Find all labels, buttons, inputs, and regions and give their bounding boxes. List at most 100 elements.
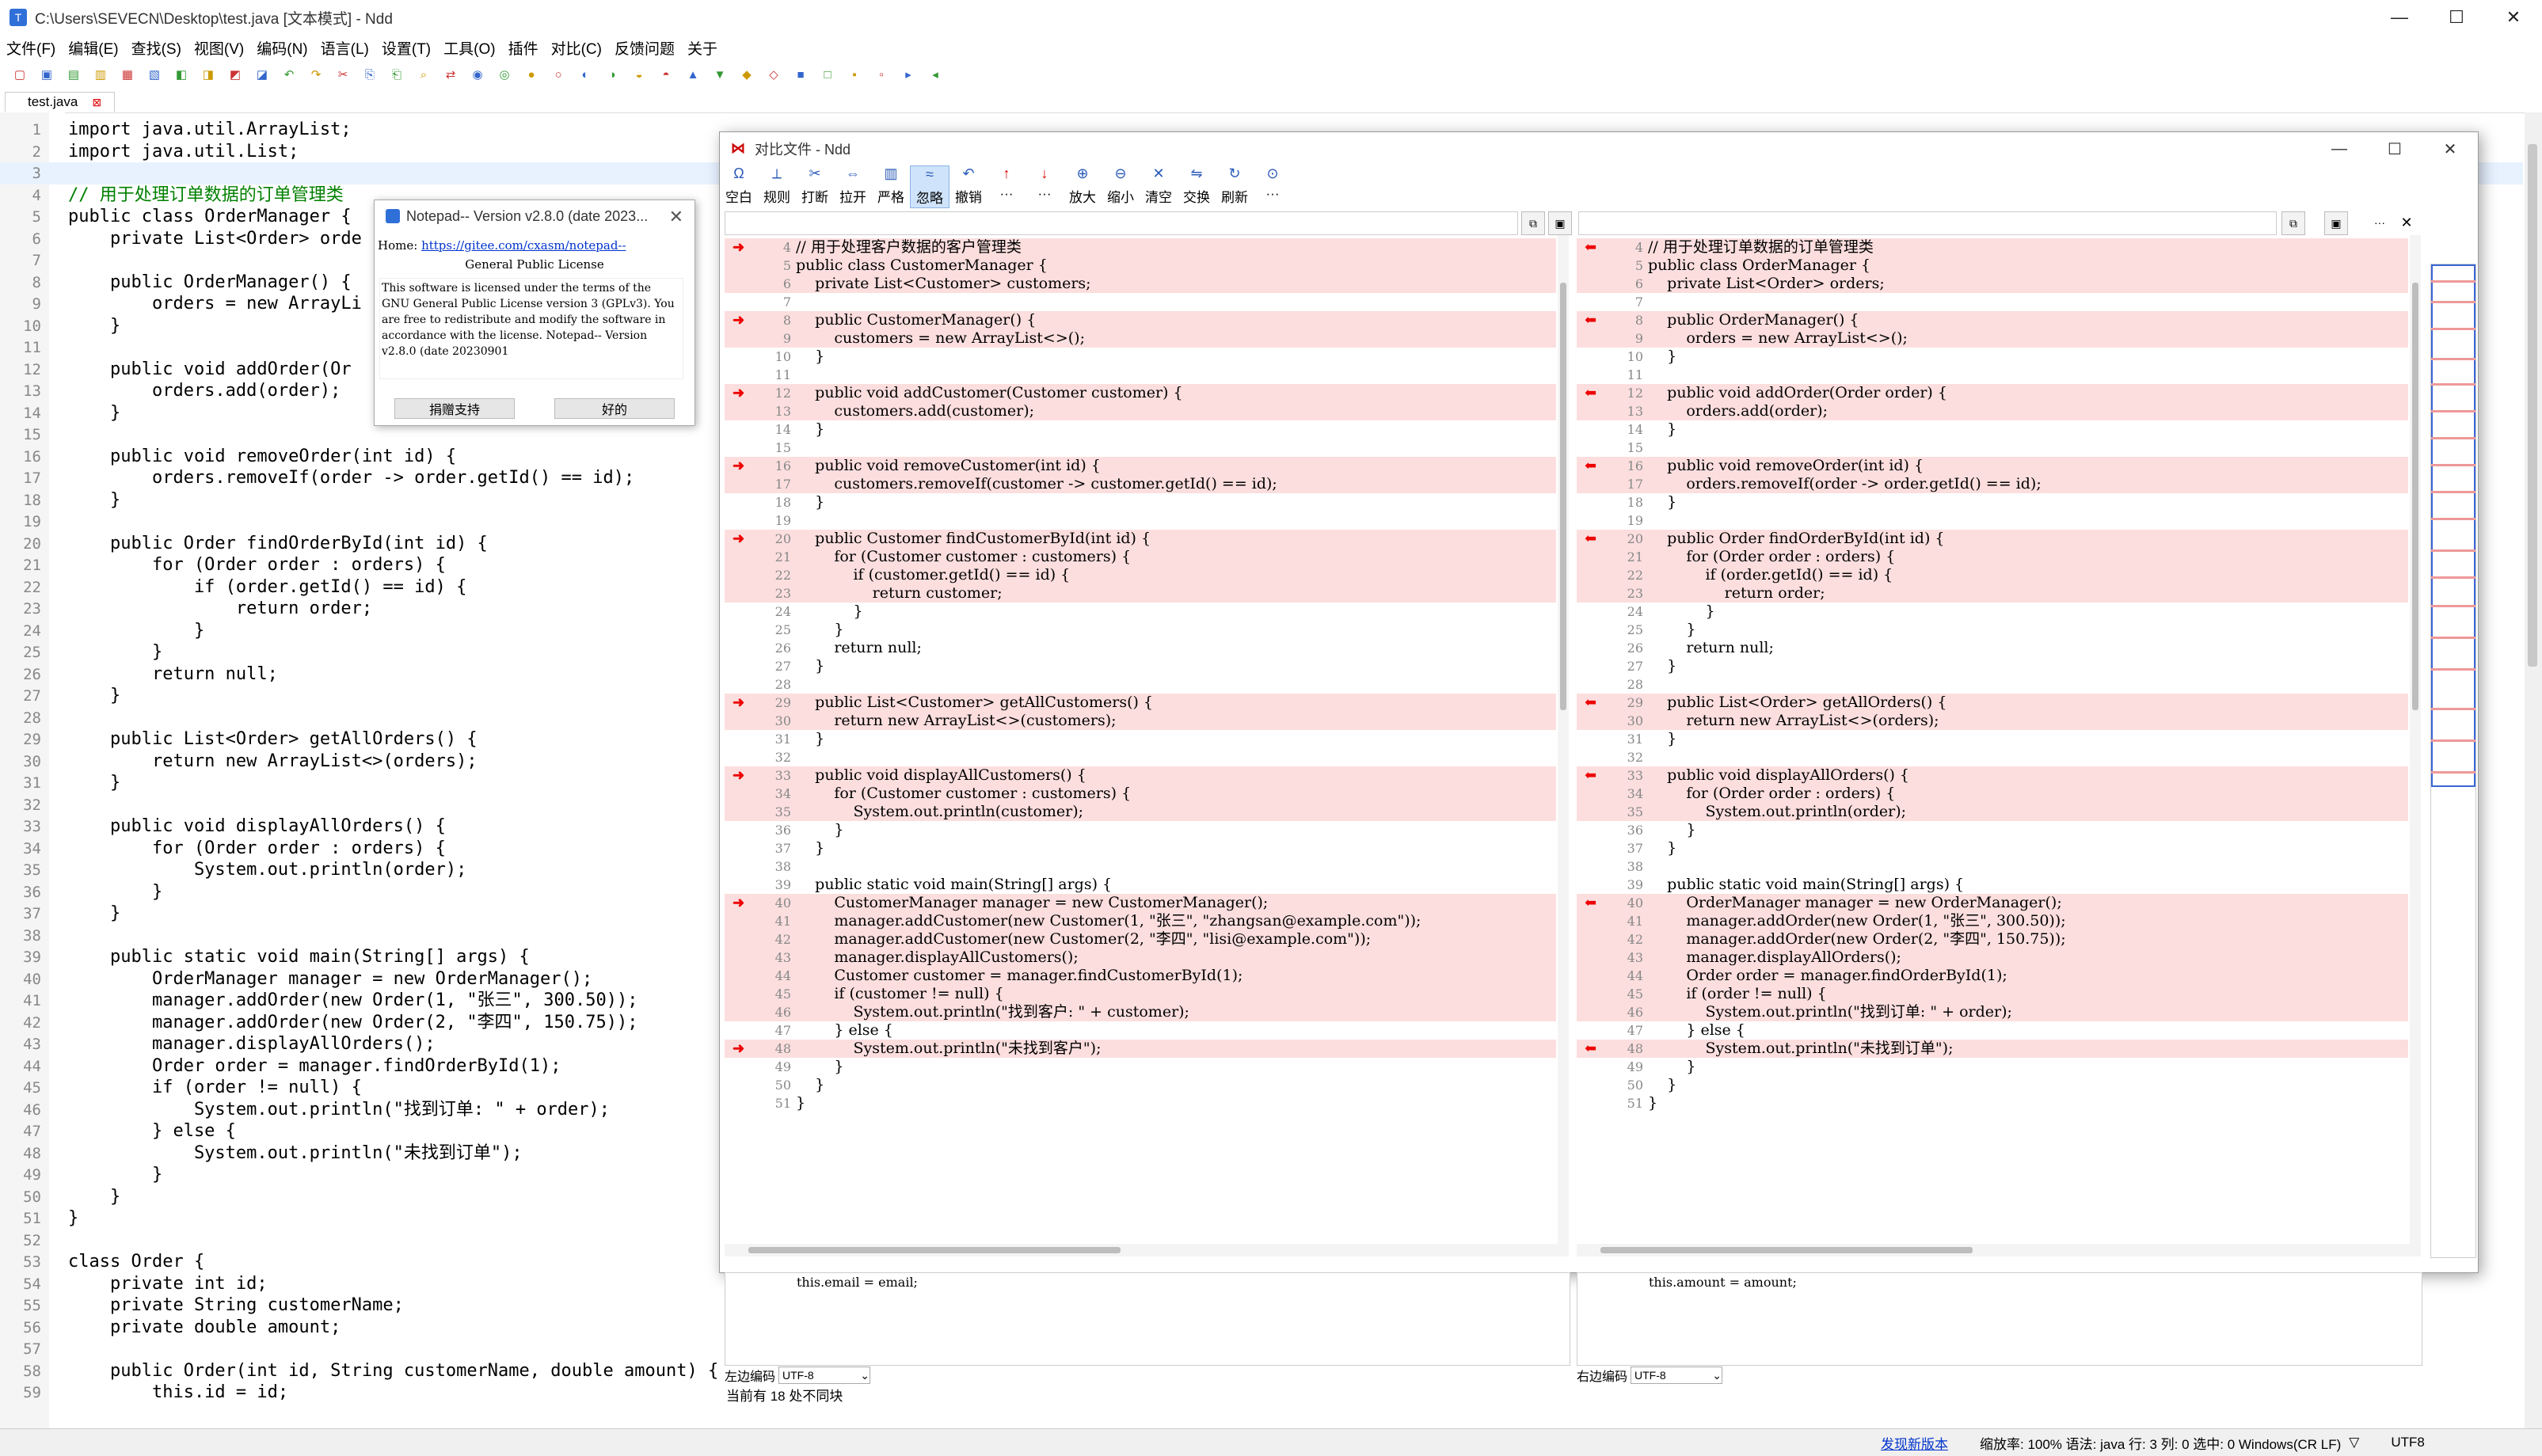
toolbar-icon-0[interactable]: ▢ — [11, 66, 29, 83]
right-save-icon[interactable]: ▣ — [2324, 211, 2348, 235]
right-encoding-select[interactable]: UTF-8 ⌄ — [1631, 1367, 1723, 1384]
compare-tool-10[interactable]: ⊖ 缩小 — [1102, 165, 1140, 208]
menu-item-8[interactable]: 插件 — [502, 37, 545, 59]
toolbar-icon-9[interactable]: ◪ — [253, 66, 271, 83]
menu-item-2[interactable]: 查找(S) — [125, 37, 188, 59]
diff-arrow-icon[interactable]: ➜ — [733, 1040, 744, 1058]
toolbar-icon-10[interactable]: ↶ — [280, 66, 298, 83]
toolbar-icon-33[interactable]: ▸ — [900, 66, 917, 83]
compare-tool-12[interactable]: ⇋ 交换 — [1178, 165, 1216, 208]
toolbar-icon-27[interactable]: ◆ — [738, 66, 755, 83]
left-encoding-select[interactable]: UTF-8 ⌄ — [778, 1367, 871, 1384]
compare-tool-11[interactable]: ✕ 清空 — [1140, 165, 1178, 208]
compare-tool-14[interactable]: ⊙ ··· — [1254, 165, 1292, 208]
left-hscroll[interactable] — [725, 1244, 1569, 1256]
menu-item-11[interactable]: 关于 — [681, 37, 724, 59]
right-open-icon[interactable]: ⧉ — [2281, 211, 2305, 235]
panel-close-icon[interactable]: ✕ — [2395, 211, 2418, 234]
right-diff-pane[interactable]: ⬅ 4 // 用于处理订单数据的订单管理类 5 public class OrderMa… — [1577, 235, 2408, 1244]
left-scroll-thumb[interactable] — [1560, 283, 1566, 710]
toolbar-icon-34[interactable]: ◂ — [927, 66, 944, 83]
menu-item-9[interactable]: 对比(C) — [545, 37, 608, 59]
toolbar-icon-17[interactable]: ◉ — [469, 66, 486, 83]
right-path-field[interactable] — [1578, 211, 2277, 235]
home-link[interactable]: https://gitee.com/cxasm/notepad-- — [421, 238, 626, 253]
menu-item-7[interactable]: 工具(O) — [437, 37, 501, 59]
diff-arrow-icon[interactable]: ⬅ — [1585, 894, 1596, 912]
compare-tool-0[interactable]: Ω 空白 — [720, 165, 758, 208]
toolbar-icon-13[interactable]: ⎘ — [361, 66, 379, 83]
diff-arrow-icon[interactable]: ⬅ — [1585, 530, 1596, 548]
toolbar-icon-22[interactable]: ◑ — [603, 66, 621, 83]
tab-close-icon[interactable]: ⊠ — [92, 96, 101, 109]
diff-arrow-icon[interactable]: ➜ — [733, 530, 744, 548]
diff-arrow-icon[interactable]: ⬅ — [1585, 457, 1596, 475]
donate-button[interactable]: 捐赠支持 — [394, 398, 515, 419]
menu-item-1[interactable]: 编辑(E) — [62, 37, 124, 59]
toolbar-icon-2[interactable]: ▤ — [65, 66, 82, 83]
compare-tool-8[interactable]: ↓ ··· — [1026, 165, 1064, 208]
toolbar-icon-21[interactable]: ◐ — [577, 66, 594, 83]
diff-arrow-icon[interactable]: ➜ — [733, 694, 744, 712]
left-pane-scrollbar[interactable] — [1558, 235, 1569, 1244]
compare-tool-9[interactable]: ⊕ 放大 — [1064, 165, 1102, 208]
eol-dropdown-icon[interactable]: ▽ — [2349, 1435, 2359, 1450]
diff-arrow-icon[interactable]: ⬅ — [1585, 694, 1596, 712]
toolbar-icon-25[interactable]: ▲ — [684, 66, 702, 83]
diff-arrow-icon[interactable]: ⬅ — [1585, 1040, 1596, 1058]
toolbar-icon-16[interactable]: ⇄ — [442, 66, 459, 83]
toolbar-icon-14[interactable]: ⎗ — [388, 66, 405, 83]
compare-tool-13[interactable]: ↻ 刷新 — [1216, 165, 1254, 208]
toolbar-icon-8[interactable]: ◩ — [226, 66, 244, 83]
tab-test-java[interactable]: test.java ⊠ — [5, 92, 116, 112]
left-path-field[interactable] — [725, 211, 1518, 235]
right-hscroll[interactable] — [1577, 1244, 2421, 1256]
menu-item-6[interactable]: 设置(T) — [375, 37, 437, 59]
diff-arrow-icon[interactable]: ⬅ — [1585, 766, 1596, 785]
compare-tool-4[interactable]: ▥ 严格 — [872, 165, 910, 208]
compare-tool-2[interactable]: ✂ 打断 — [796, 165, 834, 208]
diff-arrow-icon[interactable]: ➜ — [733, 766, 744, 785]
compare-tool-5[interactable]: ≈ 忽略 — [910, 165, 949, 208]
menu-item-5[interactable]: 语言(L) — [314, 37, 375, 59]
toolbar-icon-31[interactable]: ▪ — [846, 66, 863, 83]
toolbar-icon-1[interactable]: ▣ — [38, 66, 55, 83]
toolbar-icon-3[interactable]: ▥ — [92, 66, 109, 83]
right-scroll-thumb[interactable] — [2412, 283, 2418, 710]
diff-arrow-icon[interactable]: ➜ — [733, 311, 744, 329]
toolbar-icon-11[interactable]: ↷ — [307, 66, 325, 83]
menu-item-10[interactable]: 反馈问题 — [608, 37, 681, 59]
toolbar-icon-29[interactable]: ■ — [792, 66, 809, 83]
left-save-icon[interactable]: ▣ — [1548, 211, 1572, 235]
minimize-button[interactable]: — — [2371, 0, 2428, 35]
diff-arrow-icon[interactable]: ➜ — [733, 457, 744, 475]
diff-arrow-icon[interactable]: ➜ — [733, 894, 744, 912]
diff-arrow-icon[interactable]: ⬅ — [1585, 311, 1596, 329]
toolbar-icon-19[interactable]: ● — [523, 66, 540, 83]
compare-tool-1[interactable]: ⟂ 规则 — [758, 165, 796, 208]
compare-tool-7[interactable]: ↑ ··· — [987, 165, 1026, 208]
toolbar-icon-12[interactable]: ✂ — [334, 66, 352, 83]
left-open-icon[interactable]: ⧉ — [1521, 211, 1545, 235]
scrollbar-thumb[interactable] — [2528, 144, 2537, 667]
toolbar-icon-6[interactable]: ◧ — [173, 66, 190, 83]
maximize-button[interactable]: ☐ — [2428, 0, 2485, 35]
menu-item-4[interactable]: 编码(N) — [250, 37, 314, 59]
toolbar-icon-23[interactable]: ◒ — [630, 66, 648, 83]
toolbar-icon-28[interactable]: ◇ — [765, 66, 782, 83]
compare-minimize-button[interactable]: — — [2312, 132, 2367, 165]
close-button[interactable]: ✕ — [2485, 0, 2542, 35]
toolbar-icon-20[interactable]: ○ — [550, 66, 567, 83]
update-link[interactable]: 发现新版本 — [1881, 1433, 1948, 1453]
diff-minimap[interactable] — [2430, 264, 2476, 1258]
ok-button[interactable]: 好的 — [554, 398, 675, 419]
more-icon[interactable]: ··· — [2369, 211, 2391, 234]
toolbar-icon-18[interactable]: ◎ — [496, 66, 513, 83]
compare-tool-6[interactable]: ↶ 撤销 — [949, 165, 987, 208]
diff-arrow-icon[interactable]: ➜ — [733, 238, 744, 257]
toolbar-icon-32[interactable]: ▫ — [873, 66, 890, 83]
toolbar-icon-30[interactable]: □ — [819, 66, 836, 83]
left-hscroll-thumb[interactable] — [748, 1247, 1121, 1253]
toolbar-icon-15[interactable]: ⌕ — [415, 66, 432, 83]
diff-arrow-icon[interactable]: ⬅ — [1585, 238, 1596, 257]
